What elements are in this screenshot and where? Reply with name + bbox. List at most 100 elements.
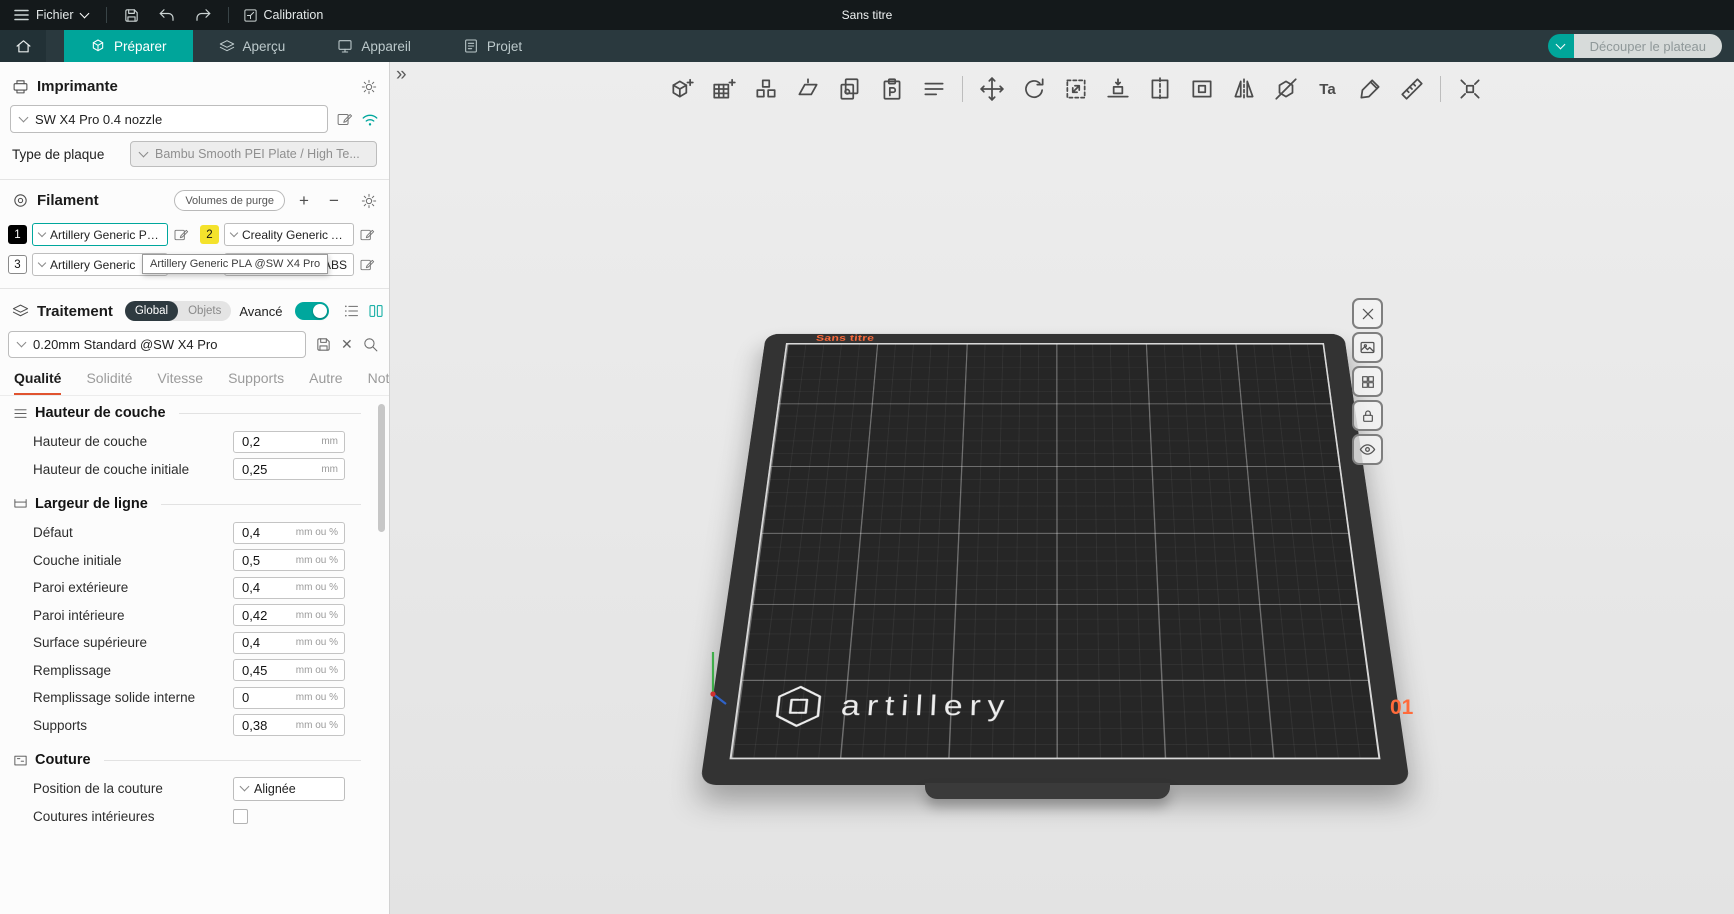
rotate-button[interactable] (1020, 76, 1047, 103)
setting-label: Coutures intérieures (33, 809, 233, 824)
setting-field: mm ou % (233, 522, 345, 544)
redo-button[interactable] (192, 5, 214, 25)
tab-prepare[interactable]: Préparer (64, 30, 193, 62)
inner-seams-checkbox[interactable] (233, 809, 248, 824)
edit-filament-1-button[interactable] (173, 227, 189, 243)
advanced-toggle[interactable] (295, 302, 329, 320)
filament-3-swatch[interactable]: 3 (8, 255, 27, 274)
mirror-button[interactable] (1230, 76, 1257, 103)
divider (104, 760, 361, 761)
setting-value-input[interactable] (234, 525, 292, 540)
scroll-up-arrow[interactable]: ⌃ (377, 396, 385, 403)
auto-orient-button[interactable] (794, 76, 821, 103)
arrange-button[interactable] (752, 76, 779, 103)
divider (0, 179, 389, 180)
setting-value-input[interactable] (234, 553, 292, 568)
filament-1-select[interactable]: Artillery Generic PL... (32, 223, 168, 246)
slice-plate-button[interactable]: Découper le plateau (1574, 34, 1722, 58)
printer-icon (12, 78, 29, 95)
section-layer-height: Hauteur de couche (0, 398, 389, 428)
add-filament-button[interactable]: + (293, 191, 315, 211)
file-menu[interactable]: Fichier (10, 8, 92, 22)
home-button[interactable] (0, 30, 46, 62)
process-preset-name: 0.20mm Standard @SW X4 Pro (33, 337, 217, 352)
hamburger-icon (14, 9, 29, 21)
save-button[interactable] (121, 5, 142, 26)
setting-unit: mm ou % (296, 637, 344, 648)
scope-global-button[interactable]: Global (125, 301, 178, 321)
build-plate[interactable]: Sans titre artillery (700, 334, 1410, 785)
compare-presets-button[interactable] (368, 303, 384, 319)
setting-unit: mm (321, 436, 344, 447)
add-plate-button[interactable] (710, 76, 737, 103)
setting-value-input[interactable] (234, 718, 292, 733)
split-to-parts-button[interactable] (1188, 76, 1215, 103)
filament-2-select[interactable]: Creality Generic ABS (224, 223, 354, 246)
paste-button[interactable] (878, 76, 905, 103)
copy-button[interactable] (836, 76, 863, 103)
setting-value-input[interactable] (234, 434, 292, 449)
scope-objects-button[interactable]: Objets (178, 305, 231, 317)
layers-button[interactable] (920, 76, 947, 103)
edit-printer-button[interactable] (336, 111, 353, 128)
search-settings-button[interactable] (362, 336, 379, 353)
settings-list-button[interactable] (343, 303, 360, 319)
settings-scrollbar[interactable] (378, 404, 385, 532)
save-preset-button[interactable] (315, 336, 332, 353)
plate-type-select[interactable]: Bambu Smooth PEI Plate / High Te... (130, 141, 377, 167)
text-tool-button[interactable]: Ta (1314, 76, 1341, 103)
process-preset-select[interactable]: 0.20mm Standard @SW X4 Pro (8, 331, 306, 358)
tab-quality[interactable]: Qualité (14, 370, 61, 395)
add-model-button[interactable] (668, 76, 695, 103)
edit-filament-4-button[interactable] (359, 257, 375, 273)
setting-value-input[interactable] (234, 580, 292, 595)
filament-1-swatch[interactable]: 1 (8, 225, 27, 244)
lock-plate-button[interactable] (1352, 400, 1383, 431)
plate-settings-button[interactable] (1352, 332, 1383, 363)
show-plate-button[interactable] (1352, 434, 1383, 465)
lay-on-face-button[interactable] (1104, 76, 1131, 103)
slice-dropdown-button[interactable] (1548, 34, 1574, 58)
assembly-view-button[interactable] (1456, 76, 1483, 103)
remove-filament-button[interactable]: − (323, 191, 345, 211)
plate-list-button[interactable] (1352, 366, 1383, 397)
tab-project[interactable]: Projet (437, 30, 548, 62)
seam-position-select[interactable]: Alignée (233, 777, 345, 801)
purge-volumes-button[interactable]: Volumes de purge (174, 190, 285, 211)
tab-supports[interactable]: Supports (228, 370, 284, 395)
paint-button[interactable] (1356, 76, 1383, 103)
tab-other[interactable]: Autre (309, 370, 342, 395)
split-button[interactable] (1146, 76, 1173, 103)
setting-value-input[interactable] (234, 635, 292, 650)
collapse-sidebar-button[interactable]: » (396, 64, 405, 86)
tab-speed[interactable]: Vitesse (157, 370, 203, 395)
process-scope-toggle: Global Objets (125, 301, 232, 321)
measure-button[interactable] (1398, 76, 1425, 103)
move-button[interactable] (978, 76, 1005, 103)
printer-settings-button[interactable] (361, 79, 377, 95)
viewport-3d[interactable]: » Ta Sans titre artillery 01 (390, 62, 1734, 914)
printer-select[interactable]: SW X4 Pro 0.4 nozzle (10, 105, 328, 133)
printer-connection-button[interactable] (361, 112, 379, 127)
clear-preset-button[interactable]: ✕ (341, 336, 353, 353)
tab-preview[interactable]: Aperçu (193, 30, 312, 62)
plate-logo: artillery (769, 684, 1012, 729)
filament-2-swatch[interactable]: 2 (200, 225, 219, 244)
checkbox-field (233, 809, 345, 824)
filament-settings-button[interactable] (361, 193, 377, 209)
tab-strength[interactable]: Solidité (86, 370, 132, 395)
delete-plate-button[interactable] (1352, 298, 1383, 329)
setting-value-input[interactable] (234, 608, 292, 623)
section-title: Couture (35, 752, 91, 768)
setting-value-input[interactable] (234, 663, 292, 678)
scale-button[interactable] (1062, 76, 1089, 103)
tab-device[interactable]: Appareil (311, 30, 437, 62)
setting-value-input[interactable] (234, 690, 292, 705)
tab-notes[interactable]: Notes (368, 370, 390, 395)
edit-filament-2-button[interactable] (359, 227, 375, 243)
setting-value-input[interactable] (234, 462, 292, 477)
cut-button[interactable] (1272, 76, 1299, 103)
calibration-button[interactable]: Calibration (243, 8, 324, 23)
undo-button[interactable] (156, 5, 178, 25)
artillery-logo-text: artillery (840, 690, 1012, 722)
